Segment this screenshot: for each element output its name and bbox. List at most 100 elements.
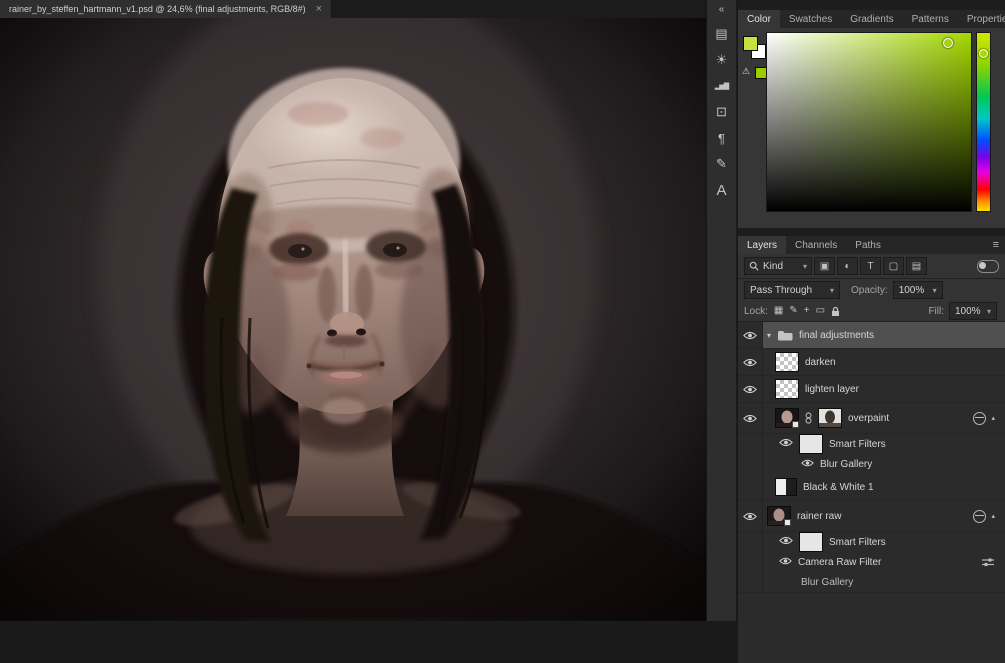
smart-filters-label: Smart Filters [829,439,886,450]
smart-object-badge [784,519,791,526]
gamut-warning-icon[interactable]: ⚠ [742,66,750,77]
document-tab[interactable]: rainer_by_steffen_hartmann_v1.psd @ 24,6… [0,0,332,18]
visibility-eye-icon[interactable] [738,322,763,348]
canvas-area[interactable] [0,18,706,621]
smart-filters-row[interactable]: Smart Filters [738,434,1005,454]
filter-shape-layers-icon[interactable]: ▢ [883,257,904,275]
chevron-down-icon: ▾ [830,286,834,295]
visibility-eye-empty[interactable] [738,474,763,500]
fill-label: Fill: [928,306,944,317]
tab-properties[interactable]: Properties [958,10,1005,28]
layers-panel-tabs: Layers Channels Paths ≡ [738,236,1005,254]
filter-type-layers-icon[interactable]: T [860,257,881,275]
layer-name: rainer raw [797,511,841,522]
layer-thumbnail[interactable] [775,379,799,399]
layer-row-lighten-layer[interactable]: lighten layer [738,376,1005,403]
smart-filter-icon[interactable] [973,412,986,425]
smart-filter-icon[interactable] [973,510,986,523]
lock-position-icon[interactable]: + [804,306,810,316]
filter-pixel-layers-icon[interactable]: ▣ [814,257,835,275]
visibility-eye-icon[interactable] [779,557,792,568]
collapse-smart-filters-chevron[interactable]: ▴ [991,414,995,422]
filter-name: Blur Gallery [801,577,853,588]
layer-list: ▾ final adjustments darken [738,322,1005,663]
filter-adjustment-layers-icon[interactable]: ◐ [837,257,858,275]
saturation-brightness-field[interactable] [766,32,972,212]
expand-panels-icon[interactable]: « [719,4,725,15]
lock-pixels-icon[interactable]: ✎ [789,306,797,316]
lock-all-icon[interactable] [831,306,840,317]
tab-color[interactable]: Color [738,10,780,28]
group-folder-icon [777,329,793,341]
filter-row-blur-gallery-disabled[interactable]: Blur Gallery [738,572,1005,593]
visibility-eye-icon[interactable] [738,376,763,402]
character-panel-icon[interactable]: A [710,179,734,201]
layer-filtering-toggle[interactable] [977,260,999,273]
chevron-down-icon: ▾ [803,262,807,271]
hue-slider-marker[interactable] [979,49,988,58]
lock-label: Lock: [744,306,768,317]
filter-name: Camera Raw Filter [798,557,881,568]
blend-mode-row: Pass Through ▾ Opacity: 100% ▾ [738,279,1005,301]
brush-panel-icon[interactable]: ✎ [710,153,734,175]
layer-name: overpaint [848,413,889,424]
group-expand-chevron[interactable]: ▾ [767,331,771,340]
layer-row-overpaint[interactable]: overpaint ▴ [738,403,1005,434]
layer-row-final-adjustments[interactable]: ▾ final adjustments [738,322,1005,349]
photoshop-window: rainer_by_steffen_hartmann_v1.psd @ 24,6… [0,0,1005,621]
blend-mode-value: Pass Through [750,285,812,296]
layer-filter-row: Kind ▾ ▣ ◐ T ▢ ▤ [738,254,1005,279]
collapse-smart-filters-chevron[interactable]: ▴ [991,512,995,520]
adjustments-panel-icon[interactable]: ☀ [710,49,734,71]
brush-settings-panel-icon[interactable]: ▤ [710,23,734,45]
tab-swatches[interactable]: Swatches [780,10,841,28]
lock-artboard-icon[interactable]: ▭ [816,306,825,316]
visibility-eye-icon[interactable] [738,349,763,375]
paragraph-panel-icon[interactable]: ¶ [710,127,734,149]
tab-paths[interactable]: Paths [846,236,890,254]
layer-name: final adjustments [799,330,874,341]
layer-list-empty-area [738,593,1005,663]
layer-row-rainer-raw[interactable]: rainer raw ▴ [738,501,1005,532]
filter-blending-options-icon[interactable] [981,557,995,567]
lock-row: Lock: ▦ ✎ + ▭ Fill: 100% ▾ [738,301,1005,322]
foreground-color-swatch[interactable] [743,36,758,51]
panels-column: Color Swatches Gradients Patterns Proper… [737,0,1005,621]
tab-layers[interactable]: Layers [738,236,786,254]
layer-thumbnail[interactable] [767,506,791,526]
visibility-eye-icon[interactable] [801,459,814,470]
smart-filters-row[interactable]: Smart Filters [738,532,1005,552]
tab-channels[interactable]: Channels [786,236,846,254]
filter-row-camera-raw[interactable]: Camera Raw Filter [738,552,1005,572]
histogram-panel-icon[interactable]: ▂▅▇ [710,75,734,97]
filter-kind-dropdown[interactable]: Kind ▾ [744,257,812,275]
filter-smart-objects-icon[interactable]: ▤ [906,257,927,275]
chevron-down-icon: ▾ [987,307,991,316]
tab-gradients[interactable]: Gradients [841,10,902,28]
filter-row-blur-gallery[interactable]: Blur Gallery [738,454,1005,474]
document-tab-close-icon[interactable]: × [316,4,322,15]
lock-transparency-icon[interactable]: ▦ [774,306,783,316]
filter-kind-label: Kind [763,261,783,272]
fill-value-dropdown[interactable]: 100% ▾ [949,302,997,320]
blend-mode-dropdown[interactable]: Pass Through ▾ [744,281,840,299]
visibility-eye-icon[interactable] [779,536,793,548]
layers-panel-menu-icon[interactable]: ≡ [987,236,1005,254]
layer-row-darken[interactable]: darken [738,349,1005,376]
visibility-eye-icon[interactable] [738,501,763,531]
clone-source-panel-icon[interactable]: ⊡ [710,101,734,123]
smart-filter-mask-thumbnail[interactable] [799,434,823,454]
hue-slider[interactable] [976,32,991,212]
layer-thumbnail[interactable] [775,352,799,372]
visibility-eye-icon[interactable] [738,403,763,433]
color-field-marker[interactable] [943,38,953,48]
layer-mask-thumbnail[interactable] [818,408,842,428]
opacity-value-dropdown[interactable]: 100% ▾ [893,281,943,299]
layer-thumbnail[interactable] [775,408,799,428]
visibility-eye-icon[interactable] [779,438,793,450]
adjustment-layer-icon[interactable] [775,478,797,496]
layer-row-black-and-white[interactable]: Black & White 1 [738,474,1005,501]
mask-link-icon[interactable] [805,411,812,425]
smart-filter-mask-thumbnail[interactable] [799,532,823,552]
tab-patterns[interactable]: Patterns [903,10,958,28]
